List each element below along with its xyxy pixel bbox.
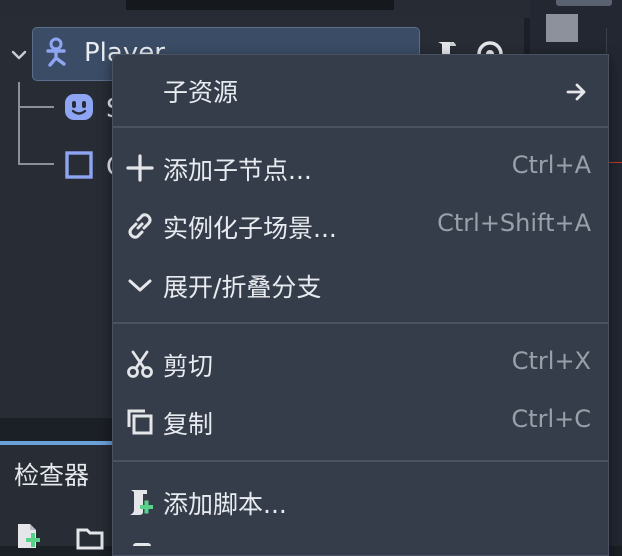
arrow-right-icon — [566, 83, 586, 101]
context-menu: 子资源 添加子节点... Ctrl+A 实例化子场景... Ctrl+Shift… — [112, 54, 609, 556]
inspector-tab[interactable]: 检查器 — [14, 456, 89, 492]
viewport-toolbar-handle[interactable] — [556, 0, 612, 6]
menu-item-cut[interactable]: 剪切 Ctrl+X — [113, 335, 608, 393]
menu-separator — [113, 126, 608, 128]
tree-connector — [18, 106, 54, 108]
plus-icon — [126, 154, 154, 182]
top-tab-strip — [126, 0, 394, 10]
menu-item-shortcut: Ctrl+Shift+A — [437, 209, 591, 237]
menu-item-shortcut: Ctrl+A — [511, 151, 591, 179]
menu-item-sub-resources[interactable]: 子资源 — [113, 61, 608, 119]
tree-connector — [18, 163, 54, 165]
viewport-grid-line — [606, 28, 622, 56]
menu-item-instantiate-child-scene[interactable]: 实例化子场景... Ctrl+Shift+A — [113, 197, 608, 255]
collision-shape-icon — [65, 151, 93, 179]
next-menu-item-icon-partial — [133, 543, 151, 556]
sprite-face-icon — [65, 94, 93, 120]
menu-item-shortcut: Ctrl+X — [511, 347, 591, 375]
menu-separator — [113, 322, 608, 324]
menu-item-label: 实例化子场景... — [163, 214, 337, 243]
add-script-icon — [130, 490, 153, 515]
menu-item-expand-collapse-branch[interactable]: 展开/折叠分支 — [113, 256, 608, 314]
viewport-gizmo — [546, 14, 578, 42]
scissors-icon — [127, 350, 153, 378]
collapse-chevron-icon[interactable] — [8, 44, 30, 66]
link-icon — [128, 213, 152, 239]
menu-item-add-child-node[interactable]: 添加子节点... Ctrl+A — [113, 139, 608, 197]
menu-item-label: 添加脚本... — [163, 490, 287, 519]
menu-item-shortcut: Ctrl+C — [511, 405, 591, 433]
menu-item-label: 复制 — [163, 410, 214, 439]
menu-item-label: 剪切 — [163, 352, 214, 381]
character-body-icon — [46, 37, 66, 67]
chevron-down-icon — [128, 279, 152, 292]
menu-item-add-script[interactable]: 添加脚本... — [113, 473, 608, 531]
open-folder-icon[interactable] — [76, 524, 106, 550]
menu-item-label: 添加子节点... — [163, 156, 312, 185]
menu-item-label: 子资源 — [163, 78, 239, 107]
menu-item-copy[interactable]: 复制 Ctrl+C — [113, 393, 608, 451]
menu-separator — [113, 460, 608, 462]
menu-item-label: 展开/折叠分支 — [163, 273, 322, 302]
copy-icon — [127, 409, 153, 435]
tree-connector — [18, 82, 20, 164]
